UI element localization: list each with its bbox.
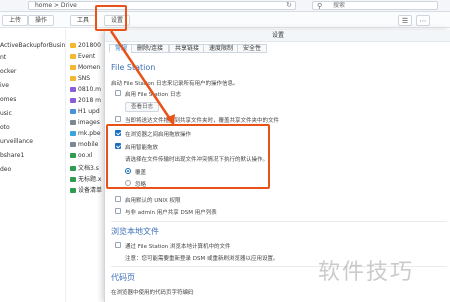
image-file-icon: [70, 131, 76, 136]
file-name: 文档3.s: [78, 165, 99, 172]
archive-file-icon: [70, 120, 76, 125]
sidebar-item[interactable]: ive: [0, 82, 9, 92]
file-name: images: [78, 119, 100, 126]
upload-button[interactable]: 上传: [2, 15, 29, 26]
sidebar-item[interactable]: nt: [0, 54, 6, 64]
sidebar-item[interactable]: omes: [0, 96, 16, 106]
annotation-arrow-line: [109, 30, 174, 123]
local-files-checkbox[interactable]: [115, 242, 121, 248]
tools-button[interactable]: 工具: [70, 15, 97, 26]
refresh-icon[interactable]: ↻: [286, 1, 292, 10]
search-box[interactable]: ⚲ 搜索: [312, 1, 438, 10]
video-file-icon: [70, 87, 76, 92]
sidebar-item[interactable]: ocker: [0, 68, 16, 78]
file-name: mobile: [78, 141, 99, 148]
list-item[interactable]: oo.xl: [70, 152, 92, 162]
file-name: Event: [78, 53, 96, 60]
annotation-arrow: [109, 30, 175, 126]
file-name: 2018 m: [78, 97, 102, 104]
sidebar-item[interactable]: bshare1: [0, 152, 24, 162]
list-item[interactable]: 无标题.x: [70, 174, 101, 184]
sidebar-item[interactable]: urveillance: [0, 138, 33, 148]
file-station-window: home > Drive ↻ ⚲ 搜索 上传 操作 工具 设置 ☰ ⋯ Acti…: [0, 0, 450, 302]
spreadsheet-file-icon: [70, 153, 76, 158]
watermark-text: 软件技巧: [318, 260, 415, 285]
admin-list-checkbox[interactable]: [115, 208, 121, 214]
folder-icon: [70, 76, 76, 81]
search-placeholder: 搜索: [333, 2, 346, 9]
doc-file-icon: [70, 109, 76, 114]
list-item[interactable]: SNS: [70, 75, 90, 85]
sidebar-item[interactable]: oto: [0, 124, 10, 134]
folder-icon: [70, 43, 76, 48]
video-file-icon: [70, 98, 76, 103]
unix-perm-label: 启用默认的 UNIX 权限: [125, 198, 181, 204]
action-button[interactable]: 操作: [28, 15, 55, 26]
file-name: mk.pbe: [78, 130, 101, 137]
list-item[interactable]: Momen: [70, 64, 100, 74]
sidebar: ActiveBackupforBusiner nt ocker ive omes…: [0, 29, 66, 302]
folder-icon: [70, 65, 76, 70]
path-field[interactable]: home > Drive: [28, 1, 296, 10]
admin-list-label: 与非 admin 用户共享 DSM 用户列表: [125, 210, 217, 216]
filter-icon[interactable]: ⚲: [317, 2, 322, 10]
file-name: 设备清单: [78, 187, 103, 194]
more-options-icon[interactable]: ⋯: [416, 15, 430, 26]
file-name: 0810.m: [78, 86, 102, 93]
tab-speed-limit[interactable]: 速度限制: [203, 44, 240, 53]
sidebar-item[interactable]: ActiveBackupforBusiner: [0, 42, 65, 52]
file-name: 201800: [78, 42, 101, 49]
spreadsheet-file-icon: [70, 188, 76, 193]
sidebar-item[interactable]: deo: [0, 166, 11, 176]
local-files-note: 注意：您可能需要重新登录 DSM 或重新刷浏览器以应用设置。: [125, 256, 279, 262]
section-title-codepage: 代码页: [111, 273, 135, 282]
spreadsheet-file-icon: [70, 177, 76, 182]
file-name: oo.xl: [78, 152, 93, 159]
list-item[interactable]: mobile: [70, 141, 98, 151]
toolbar: 上传 操作 工具 设置 ☰ ⋯: [0, 12, 450, 28]
file-icon: [70, 142, 76, 147]
list-item[interactable]: 2018 m: [70, 97, 101, 107]
list-item[interactable]: 0810.m: [70, 86, 101, 96]
section-divider: [111, 221, 447, 222]
list-item[interactable]: H1 upd: [70, 108, 100, 118]
file-name: H1 upd: [78, 108, 100, 115]
folder-icon: [70, 54, 76, 59]
tab-security[interactable]: 安全性: [237, 44, 268, 53]
list-item[interactable]: 设备清单: [70, 185, 102, 195]
list-item[interactable]: images: [70, 119, 100, 129]
annotation-box-drag-options: [106, 124, 270, 189]
section-title-local-files: 浏览本地文件: [111, 227, 159, 236]
file-name: SNS: [78, 75, 91, 82]
file-name: 无标题.x: [78, 176, 102, 183]
unix-perm-checkbox[interactable]: [115, 196, 121, 202]
list-item[interactable]: 201800: [70, 42, 101, 52]
list-view-icon[interactable]: ☰: [398, 15, 412, 26]
list-item[interactable]: mk.pbe: [70, 130, 101, 140]
path-bar: home > Drive ↻ ⚲ 搜索: [0, 0, 450, 12]
list-item[interactable]: 文档3.s: [70, 163, 99, 173]
file-name: Momen: [78, 64, 101, 71]
spreadsheet-file-icon: [70, 166, 76, 171]
list-item[interactable]: Event: [70, 53, 95, 63]
local-files-label: 通过 File Station 浏览本地计算机中的文件: [125, 244, 231, 250]
codepage-description: 在浏览器中使用的代码页字符编码: [111, 290, 194, 296]
sidebar-item[interactable]: usic: [0, 110, 12, 120]
